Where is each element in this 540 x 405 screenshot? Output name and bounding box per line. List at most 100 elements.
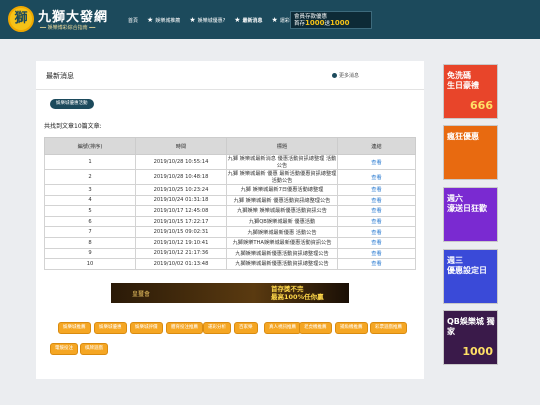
table-row: 8 2019/10/12 19:10:41 九獅娛樂THA娛樂城最新優惠活動資訊公告… bbox=[44, 236, 416, 249]
nav-item-label: 最新消息 bbox=[242, 17, 263, 24]
tag-button[interactable]: 運彩分析 bbox=[203, 322, 231, 334]
article-title[interactable]: 九獅娛樂城最新優惠活動資訊總整理公告 bbox=[226, 258, 338, 270]
category-pill[interactable]: 娛樂城優惠活動 bbox=[50, 99, 94, 109]
tag-button[interactable]: 體育投注推薦 bbox=[166, 322, 203, 334]
side-ad-number: 1000 bbox=[462, 345, 493, 358]
nav-item-label: 首頁 bbox=[128, 17, 139, 24]
nav-item-label: 娛樂城優惠? bbox=[197, 17, 226, 24]
page-title: 最新消息 bbox=[46, 72, 74, 80]
view-link[interactable]: 查看 bbox=[337, 215, 416, 228]
row-time: 2019/10/12 21:17:36 bbox=[135, 247, 227, 260]
row-number: 3 bbox=[44, 184, 136, 196]
table-row: 2 2019/10/28 10:48:18 九獅 娛樂城最新 優惠 最新活動優惠資訊… bbox=[44, 169, 416, 185]
article-title[interactable]: 九獅娛樂THA娛樂城最新優惠活動資訊公告 bbox=[226, 236, 338, 249]
ad-brand: 皇璽會 bbox=[131, 290, 150, 298]
star-icon: ★ bbox=[234, 16, 241, 24]
ad-subline: 最高100%任你贏 bbox=[271, 293, 324, 301]
row-number: 6 bbox=[44, 215, 136, 228]
table-row: 5 2019/10/17 12:45:08 九獅娛樂 娛樂城最新優惠活動資訊公告 查看 bbox=[44, 205, 416, 217]
tag-button[interactable]: 老虎機推薦 bbox=[299, 322, 332, 334]
nav-item[interactable]: 首頁 bbox=[128, 13, 138, 27]
row-number: 9 bbox=[44, 247, 136, 260]
view-link[interactable]: 查看 bbox=[337, 194, 416, 207]
lion-logo-icon: 獅 bbox=[8, 6, 34, 32]
star-icon: ★ bbox=[147, 16, 154, 24]
more-news-label: 更多消息 bbox=[339, 73, 360, 79]
row-number: 5 bbox=[44, 205, 136, 217]
top-navigation-bar: 獅 九獅大發網 ━━ 娛樂博彩綜合指南 ━━ 首頁 ★ 娛樂城推薦 ★ 娛樂城優惠? ★ 最… bbox=[0, 0, 540, 39]
side-ad-text: 週三 優惠設定日 bbox=[447, 256, 487, 275]
tag-button[interactable]: 娛樂城優惠 bbox=[94, 322, 127, 334]
nav-item[interactable]: ★ 最新消息 bbox=[234, 13, 262, 27]
nav-item-label: 娛樂城推薦 bbox=[155, 17, 181, 24]
side-promo-ad[interactable]: QB娛樂城 獨家 1000 bbox=[443, 310, 498, 365]
article-title[interactable]: 九獅 娛樂城最新 優惠活動資訊總整理公告 bbox=[226, 194, 338, 207]
row-time: 2019/10/15 17:22:17 bbox=[135, 215, 227, 228]
view-link[interactable]: 查看 bbox=[337, 169, 416, 185]
row-time: 2019/10/02 01:13:48 bbox=[135, 258, 227, 270]
column-header: 連結 bbox=[337, 137, 416, 155]
row-time: 2019/10/28 10:55:14 bbox=[135, 154, 227, 170]
tag-button[interactable]: 娛樂城評價 bbox=[130, 322, 163, 334]
article-title[interactable]: 九獅娛樂 娛樂城最新優惠活動資訊公告 bbox=[226, 205, 338, 217]
article-title[interactable]: 九獅娛樂城最新優惠活動資訊總整理公告 bbox=[226, 247, 338, 260]
tag-button[interactable]: 百家樂 bbox=[234, 322, 258, 334]
tag-button[interactable]: 棋牌遊戲 bbox=[80, 343, 108, 355]
article-title[interactable]: 九獅 娛樂城最新消息 優惠活動資訊總整理 活動公告 bbox=[226, 154, 338, 170]
row-number: 8 bbox=[44, 236, 136, 249]
tag-button[interactable]: 電競投注 bbox=[50, 343, 78, 355]
more-news-link[interactable]: 更多消息 bbox=[332, 72, 359, 79]
tag-button[interactable]: 捕魚機推薦 bbox=[335, 322, 368, 334]
row-number: 4 bbox=[44, 194, 136, 207]
side-ad-text: 瘋狂優惠 bbox=[447, 132, 479, 141]
row-number: 7 bbox=[44, 226, 136, 238]
view-link[interactable]: 查看 bbox=[337, 154, 416, 170]
row-number: 10 bbox=[44, 258, 136, 270]
article-title[interactable]: 九獅 娛樂城最新7日優惠活動總整理 bbox=[226, 184, 338, 196]
article-title[interactable]: 九獅娛樂城最新優惠 活動公告 bbox=[226, 226, 338, 238]
nav-item[interactable]: ★ 娛樂城優惠? bbox=[189, 13, 225, 27]
side-promo-ad[interactable]: 免洗碼 生日豪禮 666 bbox=[443, 64, 498, 119]
banner-prefix: 首存 bbox=[294, 20, 306, 27]
logo-title: 九獅大發網 bbox=[38, 10, 109, 25]
row-time: 2019/10/24 01:31:18 bbox=[135, 194, 227, 207]
view-link[interactable]: 查看 bbox=[337, 205, 416, 217]
table-row: 4 2019/10/24 01:31:18 九獅 娛樂城最新 優惠活動資訊總整理公告… bbox=[44, 194, 416, 207]
row-number: 1 bbox=[44, 154, 136, 170]
view-link[interactable]: 查看 bbox=[337, 258, 416, 270]
table-header-row: 編號(排序) 時間 標題 連結 bbox=[44, 137, 416, 155]
header-promo-banner[interactable]: 會員存款優惠 首存1000送1000 bbox=[290, 11, 372, 29]
table-row: 6 2019/10/15 17:22:17 九獅QB娛樂城最新 優惠活動 查看 bbox=[44, 215, 416, 228]
side-ad-text: QB娛樂城 獨家 bbox=[447, 317, 495, 336]
article-title[interactable]: 九獅QB娛樂城最新 優惠活動 bbox=[226, 215, 338, 228]
view-link[interactable]: 查看 bbox=[337, 226, 416, 238]
tag-button[interactable]: 彩票遊戲推薦 bbox=[370, 322, 407, 334]
column-header: 編號(排序) bbox=[44, 137, 136, 155]
row-time: 2019/10/25 10:23:24 bbox=[135, 184, 227, 196]
star-icon: ★ bbox=[189, 16, 196, 24]
casino-ad-banner[interactable]: 皇璽會 首存獎不完 最高100%任你贏 bbox=[111, 283, 349, 303]
table-row: 10 2019/10/02 01:13:48 九獅娛樂城最新優惠活動資訊總整理公告查… bbox=[44, 258, 416, 270]
more-dot-icon bbox=[332, 73, 337, 78]
article-count-summary: 共找到文章10篇文章: bbox=[44, 123, 102, 130]
view-link[interactable]: 查看 bbox=[337, 184, 416, 196]
tag-button[interactable]: 娛樂城推薦 bbox=[58, 322, 91, 334]
view-link[interactable]: 查看 bbox=[337, 247, 416, 260]
site-logo[interactable]: 獅 九獅大發網 ━━ 娛樂博彩綜合指南 ━━ bbox=[8, 6, 123, 34]
star-icon: ★ bbox=[271, 16, 278, 24]
row-time: 2019/10/12 19:10:41 bbox=[135, 236, 227, 249]
column-header: 標題 bbox=[226, 137, 338, 155]
row-number: 2 bbox=[44, 169, 136, 185]
table-row: 3 2019/10/25 10:23:24 九獅 娛樂城最新7日優惠活動總整理 查看 bbox=[44, 184, 416, 196]
banner-amount1: 1000 bbox=[305, 18, 325, 27]
article-title[interactable]: 九獅 娛樂城最新 優惠 最新活動優惠資訊總整理 活動公告 bbox=[226, 169, 338, 185]
row-time: 2019/10/17 12:45:08 bbox=[135, 205, 227, 217]
row-time: 2019/10/28 10:48:18 bbox=[135, 169, 227, 185]
nav-item[interactable]: ★ 娛樂城推薦 bbox=[147, 13, 180, 27]
tag-button[interactable]: 真人視訊推薦 bbox=[264, 322, 301, 334]
table-row: 7 2019/10/15 09:02:31 九獅娛樂城最新優惠 活動公告 查看 bbox=[44, 226, 416, 238]
side-promo-ad[interactable]: 週六 濠送日狂歡 bbox=[443, 187, 498, 242]
side-promo-ad[interactable]: 週三 優惠設定日 bbox=[443, 249, 498, 304]
side-promo-ad[interactable]: 瘋狂優惠 bbox=[443, 125, 498, 180]
view-link[interactable]: 查看 bbox=[337, 236, 416, 249]
